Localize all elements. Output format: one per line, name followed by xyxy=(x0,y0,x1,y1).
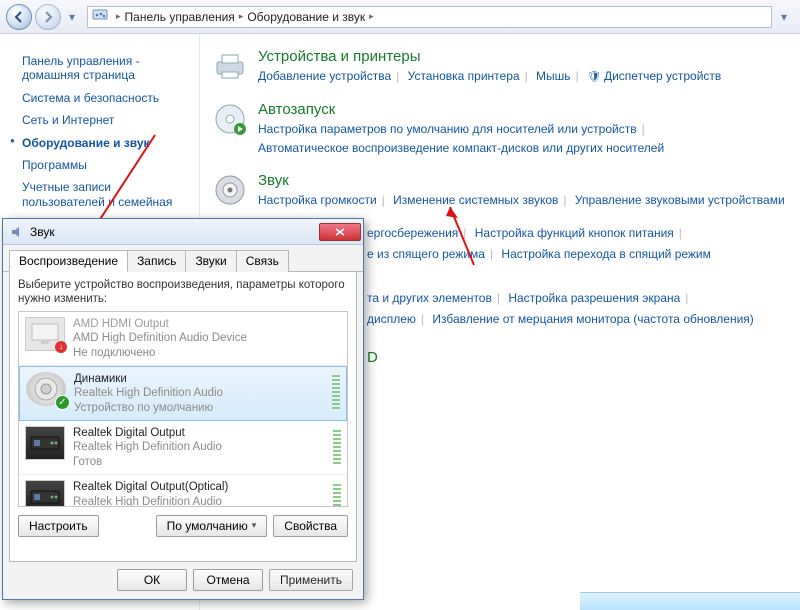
control-panel-icon xyxy=(92,7,108,26)
sidebar-item-users[interactable]: Учетные записи пользователей и семейная xyxy=(22,180,189,209)
set-default-dropdown[interactable]: По умолчанию xyxy=(156,515,268,537)
tab-panel: Выберите устройство воспроизведения, пар… xyxy=(9,272,357,562)
link-partial[interactable]: е из спящего режима xyxy=(367,247,485,261)
link-system-sounds[interactable]: Изменение системных звуков xyxy=(393,193,558,207)
speaker-icon: ✓ xyxy=(26,372,66,406)
sidebar-item-home[interactable]: Панель управления - домашняя страница xyxy=(22,54,189,83)
apply-button[interactable]: Применить xyxy=(269,569,353,591)
digital-device-icon xyxy=(25,426,65,460)
breadcrumb-item[interactable]: Оборудование и звук xyxy=(247,10,365,24)
titlebar[interactable]: Звук xyxy=(3,219,363,245)
link-screen-resolution[interactable]: Настройка разрешения экрана xyxy=(508,291,680,305)
forward-button[interactable] xyxy=(35,4,61,30)
link-autoplay-cd[interactable]: Автоматическое воспроизведение компакт-д… xyxy=(258,141,664,155)
device-status: Готов xyxy=(73,455,321,469)
digital-device-icon xyxy=(25,480,65,507)
back-button[interactable] xyxy=(6,4,32,30)
chevron-down-icon[interactable]: ▾ xyxy=(776,4,792,30)
level-meter xyxy=(332,375,340,411)
down-arrow-badge-icon: ↓ xyxy=(55,341,67,353)
address-bar[interactable]: ▸ Панель управления ▸ Оборудование и зву… xyxy=(87,6,772,28)
device-item-selected[interactable]: ✓ Динамики Realtek High Definition Audio… xyxy=(19,366,347,421)
tab-communications[interactable]: Связь xyxy=(236,250,289,272)
tab-playback[interactable]: Воспроизведение xyxy=(9,250,128,272)
device-name: Динамики xyxy=(74,372,320,386)
device-desc: AMD High Definition Audio Device xyxy=(73,331,341,345)
link-mouse[interactable]: Мышь xyxy=(536,69,571,83)
ok-button[interactable]: ОК xyxy=(117,569,187,591)
device-name: Realtek Digital Output(Optical) xyxy=(73,480,321,494)
link-partial[interactable]: ергосбережения xyxy=(367,226,458,240)
link-add-printer[interactable]: Установка принтера xyxy=(408,69,520,83)
category-title-partial[interactable]: D xyxy=(367,349,788,366)
device-desc: Realtek High Definition Audio xyxy=(74,386,320,400)
close-icon xyxy=(335,228,345,236)
link-sleep-mode[interactable]: Настройка перехода в спящий режим xyxy=(501,247,710,261)
close-button[interactable] xyxy=(319,223,361,241)
link-partial[interactable]: та и других элементов xyxy=(367,291,492,305)
tab-recording[interactable]: Запись xyxy=(127,250,186,272)
cancel-button[interactable]: Отмена xyxy=(193,569,263,591)
chevron-right-icon: ▸ xyxy=(369,11,374,22)
link-autoplay-defaults[interactable]: Настройка параметров по умолчанию для но… xyxy=(258,122,637,136)
level-meter xyxy=(333,430,341,466)
device-item[interactable]: Realtek Digital Output Realtek High Defi… xyxy=(19,421,347,475)
printer-icon xyxy=(212,48,248,84)
level-meter xyxy=(333,484,341,507)
link-audio-devices[interactable]: Управление звуковыми устройствами xyxy=(575,193,785,207)
link-refresh-rate[interactable]: Избавление от мерцания монитора (частота… xyxy=(432,312,753,326)
speaker-icon xyxy=(9,224,25,240)
chevron-right-icon: ▸ xyxy=(116,11,121,22)
category-title[interactable]: Устройства и принтеры xyxy=(258,48,788,65)
dialog-title: Звук xyxy=(30,225,55,239)
taskbar-fragment xyxy=(580,592,800,610)
category-title[interactable]: Автозапуск xyxy=(258,101,788,118)
category-title[interactable]: Звук xyxy=(258,172,788,189)
configure-button[interactable]: Настроить xyxy=(18,515,99,537)
device-desc: Realtek High Definition Audio xyxy=(73,495,321,507)
device-item[interactable]: ↓ AMD HDMI Output AMD High Definition Au… xyxy=(19,312,347,366)
device-status: Устройство по умолчанию xyxy=(74,401,320,415)
sound-icon xyxy=(212,172,248,208)
sidebar-item-programs[interactable]: Программы xyxy=(22,158,189,172)
device-name: AMD HDMI Output xyxy=(73,317,341,331)
link-power-buttons[interactable]: Настройка функций кнопок питания xyxy=(475,226,674,240)
link-add-device[interactable]: Добавление устройства xyxy=(258,69,391,83)
breadcrumb-item[interactable]: Панель управления xyxy=(125,10,235,24)
link-device-manager[interactable]: Диспетчер устройств xyxy=(604,69,721,83)
history-dropdown[interactable]: ▾ xyxy=(64,4,80,30)
device-status: Не подключено xyxy=(73,346,341,360)
device-desc: Realtek High Definition Audio xyxy=(73,440,321,454)
explorer-toolbar: ▾ ▸ Панель управления ▸ Оборудование и з… xyxy=(0,0,800,34)
monitor-icon: ↓ xyxy=(25,317,65,351)
sidebar-item-hardware[interactable]: Оборудование и звук xyxy=(22,136,189,150)
tab-sounds[interactable]: Звуки xyxy=(185,250,236,272)
autoplay-icon xyxy=(212,101,248,137)
instruction-text: Выберите устройство воспроизведения, пар… xyxy=(18,278,348,307)
check-badge-icon: ✓ xyxy=(55,395,70,410)
device-item[interactable]: Realtek Digital Output(Optical) Realtek … xyxy=(19,475,347,507)
shield-icon: 🛡 xyxy=(587,71,601,83)
properties-button[interactable]: Свойства xyxy=(273,515,348,537)
link-volume[interactable]: Настройка громкости xyxy=(258,193,377,207)
sidebar-item-network[interactable]: Сеть и Интернет xyxy=(22,113,189,127)
tab-strip: Воспроизведение Запись Звуки Связь xyxy=(3,245,363,272)
chevron-right-icon: ▸ xyxy=(239,11,244,22)
sidebar-item-system[interactable]: Система и безопасность xyxy=(22,91,189,105)
link-partial[interactable]: дисплею xyxy=(367,312,416,326)
sound-dialog: Звук Воспроизведение Запись Звуки Связь … xyxy=(2,218,364,600)
device-name: Realtek Digital Output xyxy=(73,426,321,440)
device-list[interactable]: ↓ AMD HDMI Output AMD High Definition Au… xyxy=(18,311,348,507)
